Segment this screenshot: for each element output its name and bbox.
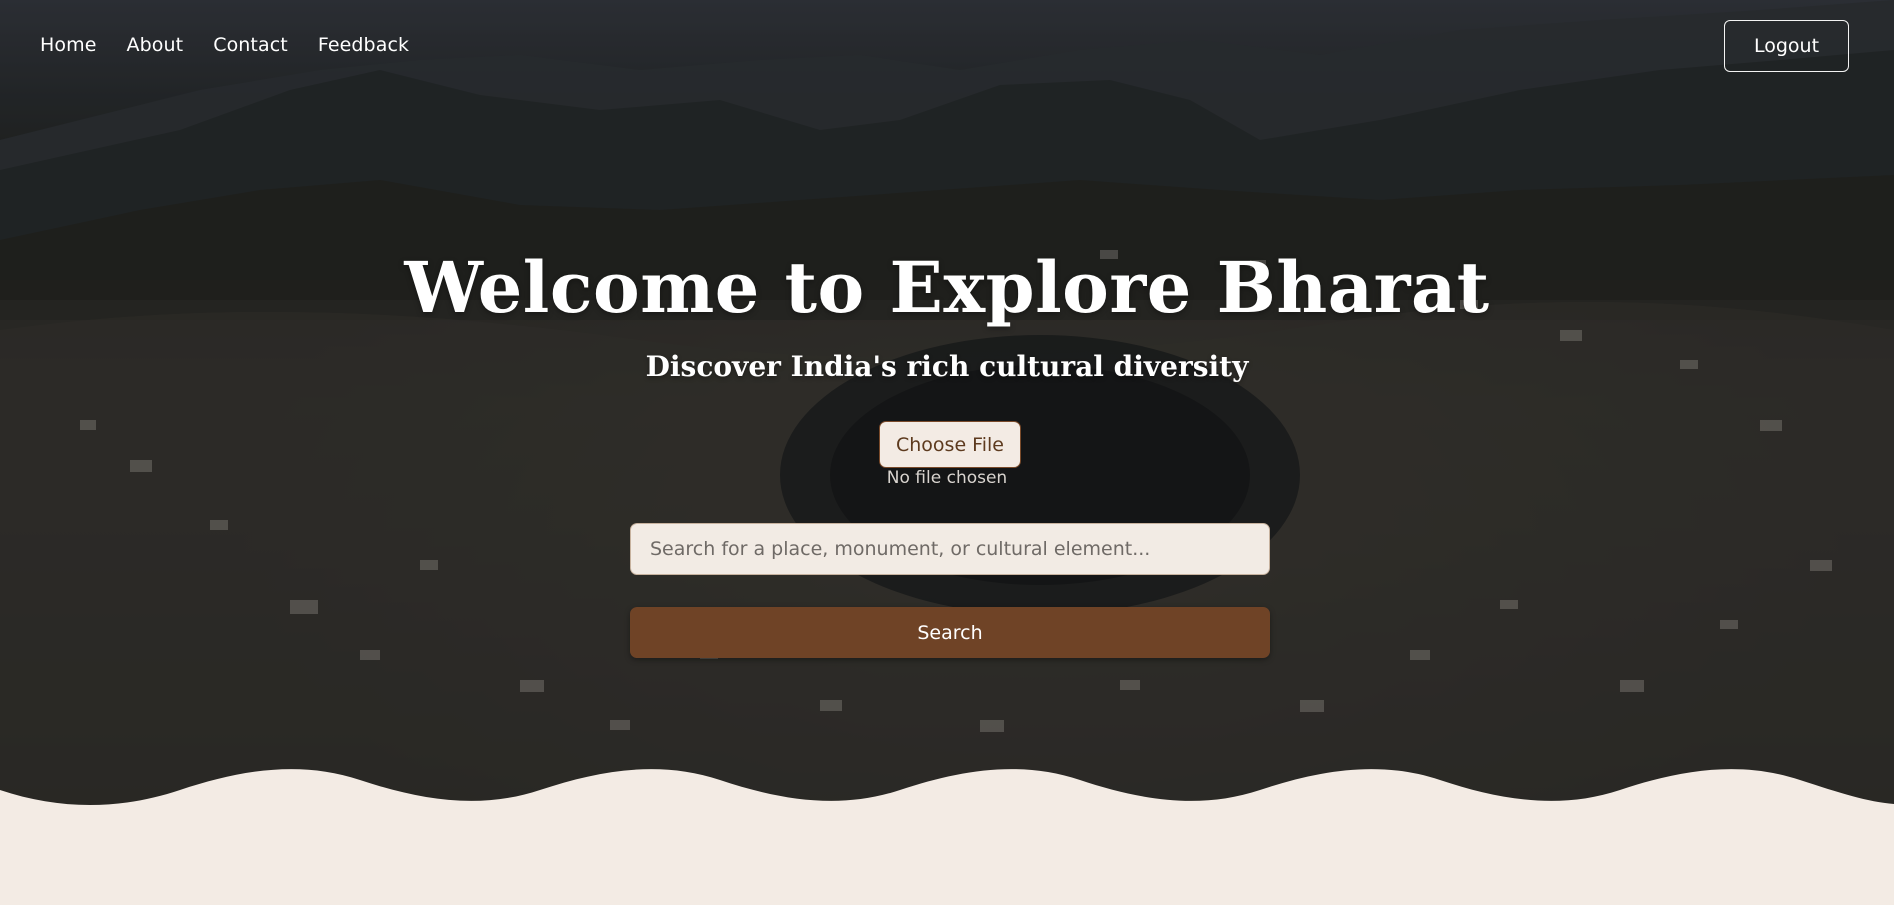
page-title: Welcome to Explore Bharat <box>404 246 1490 329</box>
choose-file-button[interactable]: Choose File <box>879 421 1021 468</box>
hero-overlay <box>0 0 1894 805</box>
nav-feedback-link[interactable]: Feedback <box>318 34 409 56</box>
search-input[interactable] <box>630 523 1270 575</box>
lower-section <box>0 805 1894 905</box>
nav-contact-link[interactable]: Contact <box>213 34 288 56</box>
nav-about-link[interactable]: About <box>127 34 184 56</box>
nav-home-link[interactable]: Home <box>40 34 97 56</box>
hero-background <box>0 0 1894 805</box>
page-subtitle: Discover India's rich cultural diversity <box>645 350 1249 383</box>
file-status: No file chosen <box>886 468 1008 488</box>
main-nav: Home About Contact Feedback <box>40 34 409 56</box>
logout-button[interactable]: Logout <box>1724 20 1849 72</box>
search-button[interactable]: Search <box>630 607 1270 658</box>
